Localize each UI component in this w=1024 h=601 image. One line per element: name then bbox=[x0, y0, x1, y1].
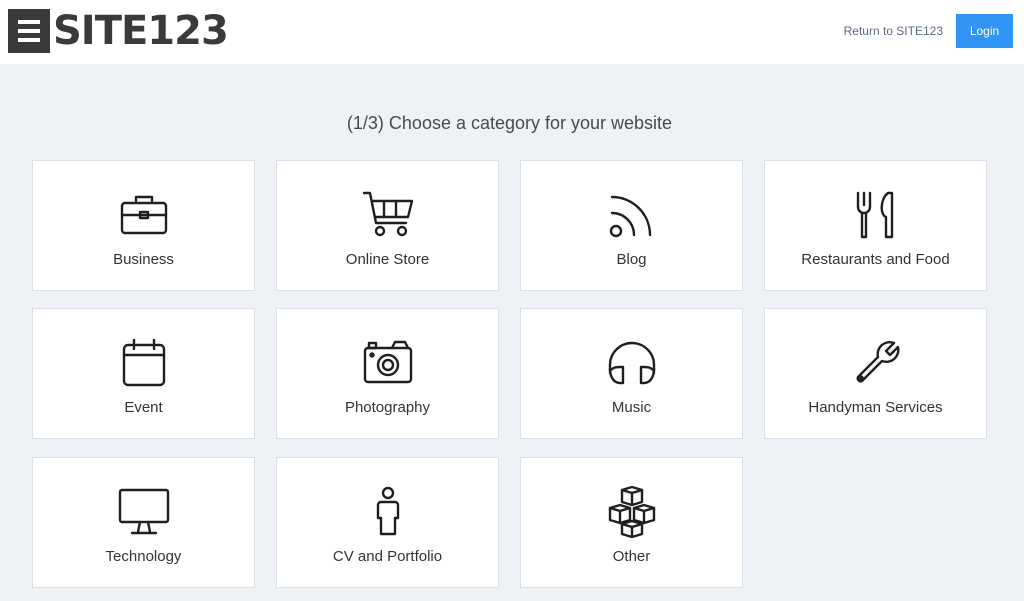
shopping-cart-icon bbox=[362, 189, 414, 241]
category-label: CV and Portfolio bbox=[332, 548, 443, 565]
fork-knife-icon bbox=[850, 189, 902, 241]
category-label: Business bbox=[113, 251, 174, 268]
category-card-event[interactable]: Event bbox=[32, 308, 255, 439]
person-icon bbox=[362, 486, 414, 538]
category-card-blog[interactable]: Blog bbox=[520, 160, 743, 291]
category-card-online-store[interactable]: Online Store bbox=[276, 160, 499, 291]
page-heading: (1/3) Choose a category for your website bbox=[346, 113, 673, 133]
category-card-other[interactable]: Other bbox=[520, 457, 743, 588]
category-label: Handyman Services bbox=[808, 399, 943, 416]
login-button[interactable]: Login bbox=[956, 14, 1013, 48]
top-bar: SITE123 Return to SITE123 Login bbox=[0, 0, 1024, 64]
category-card-business[interactable]: Business bbox=[32, 160, 255, 291]
category-label: Restaurants and Food bbox=[801, 251, 950, 268]
wrench-icon bbox=[850, 337, 902, 389]
category-label: Photography bbox=[344, 399, 431, 416]
briefcase-icon bbox=[118, 189, 170, 241]
category-card-restaurants-and-food[interactable]: Restaurants and Food bbox=[764, 160, 987, 291]
category-label: Event bbox=[124, 399, 163, 416]
category-label: Technology bbox=[105, 548, 182, 565]
category-card-handyman-services[interactable]: Handyman Services bbox=[764, 308, 987, 439]
logo-text: SITE123 bbox=[53, 8, 229, 54]
logo-mark bbox=[8, 9, 50, 53]
calendar-icon bbox=[118, 337, 170, 389]
category-card-cv-and-portfolio[interactable]: CV and Portfolio bbox=[276, 457, 499, 588]
category-label: Blog bbox=[616, 251, 647, 268]
category-card-music[interactable]: Music bbox=[520, 308, 743, 439]
return-link[interactable]: Return to SITE123 bbox=[844, 24, 943, 38]
cubes-icon bbox=[606, 486, 658, 538]
category-label: Other bbox=[612, 548, 651, 565]
camera-icon bbox=[362, 337, 414, 389]
category-card-technology[interactable]: Technology bbox=[32, 457, 255, 588]
monitor-icon bbox=[118, 486, 170, 538]
site-logo[interactable]: SITE123 bbox=[8, 8, 229, 54]
category-label: Online Store bbox=[345, 251, 430, 268]
headphones-icon bbox=[606, 337, 658, 389]
category-label: Music bbox=[611, 399, 652, 416]
rss-icon bbox=[606, 189, 658, 241]
category-card-photography[interactable]: Photography bbox=[276, 308, 499, 439]
